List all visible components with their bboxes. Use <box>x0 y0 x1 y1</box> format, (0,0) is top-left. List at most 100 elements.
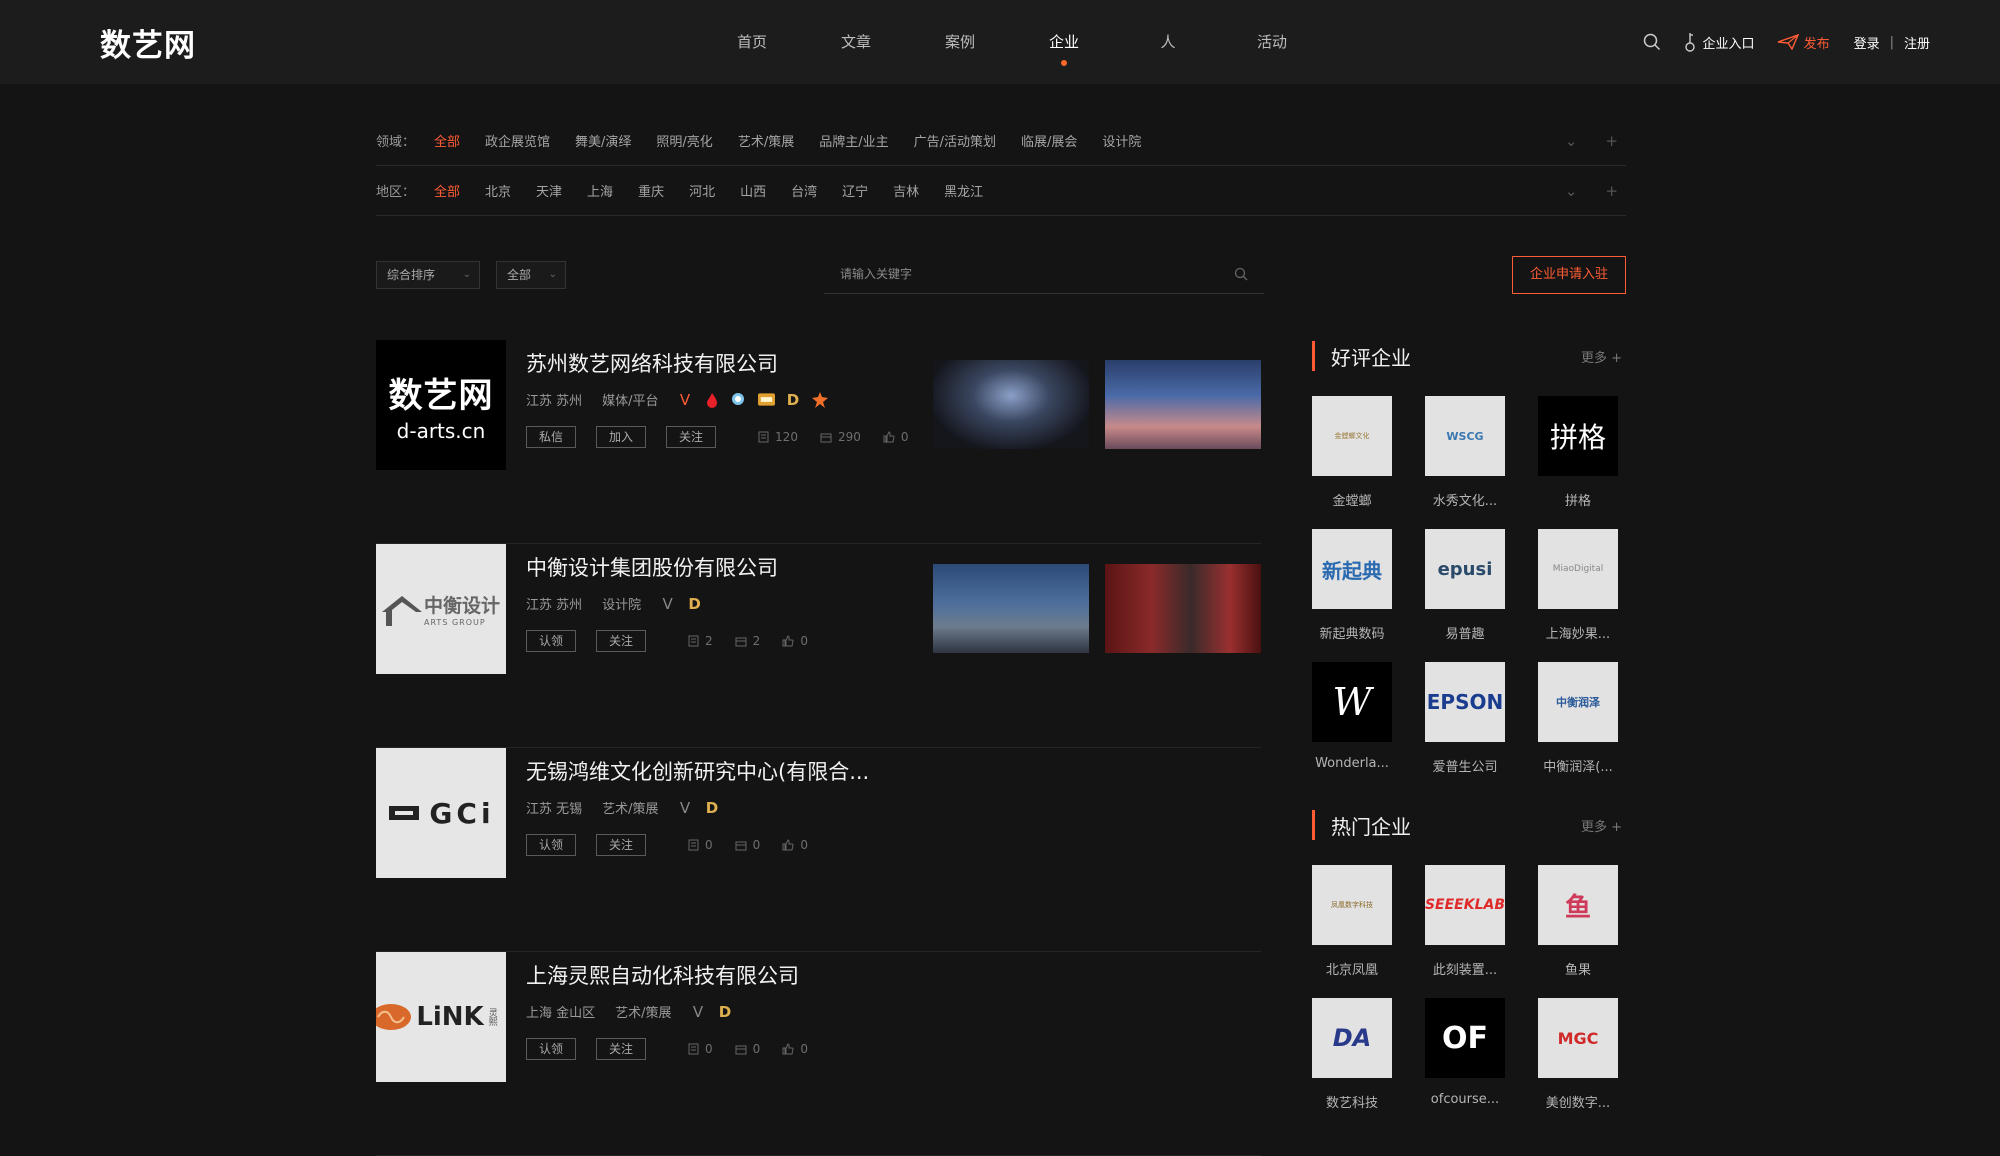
follow-button[interactable]: 关注 <box>666 426 717 448</box>
region-option[interactable]: 上海 <box>587 181 613 200</box>
follow-button[interactable]: 关注 <box>596 1038 647 1060</box>
tile-logo[interactable]: MGC <box>1538 998 1618 1078</box>
company-gallery <box>917 564 1261 653</box>
field-option[interactable]: 照明/亮化 <box>656 131 712 150</box>
project-thumbnail[interactable] <box>1105 564 1261 653</box>
tile-logo[interactable]: W <box>1312 662 1392 742</box>
more-link[interactable]: 更多 + <box>1581 347 1622 366</box>
logo-text: 中衡设计 <box>423 595 500 617</box>
company-name[interactable]: 上海灵熙自动化科技有限公司 <box>526 960 799 990</box>
project-thumbnail[interactable] <box>933 360 1089 449</box>
company-name[interactable]: 无锡鸿维文化创新研究中心(有限合... <box>526 756 869 786</box>
tile-name[interactable]: 易普趣 <box>1425 623 1505 642</box>
tile-name[interactable]: 水秀文化... <box>1425 490 1505 509</box>
region-option[interactable]: 吉林 <box>893 181 919 200</box>
follow-button[interactable]: 关注 <box>596 834 647 856</box>
scope-select[interactable]: 全部 ⌄ <box>496 261 566 289</box>
join-button[interactable]: 加入 <box>596 426 647 448</box>
search-icon[interactable] <box>1643 33 1661 51</box>
tile-logo[interactable]: 新起典 <box>1312 529 1392 609</box>
login-link[interactable]: 登录 <box>1854 33 1880 52</box>
field-option[interactable]: 舞美/演绎 <box>575 131 631 150</box>
tile-name[interactable]: 此刻装置... <box>1425 959 1505 978</box>
tile-name[interactable]: 美创数字... <box>1538 1092 1618 1111</box>
claim-button[interactable]: 认领 <box>526 834 577 856</box>
bracket-logo-icon <box>389 806 420 820</box>
field-option[interactable]: 全部 <box>434 131 460 150</box>
region-option[interactable]: 重庆 <box>638 181 664 200</box>
region-option[interactable]: 天津 <box>536 181 562 200</box>
tile-logo[interactable]: OF <box>1425 998 1505 1078</box>
tile-name[interactable]: 鱼果 <box>1538 959 1618 978</box>
tile-logo[interactable]: WSCG <box>1425 396 1505 476</box>
region-option[interactable]: 辽宁 <box>842 181 868 200</box>
sort-select[interactable]: 综合排序 ⌄ <box>376 261 480 289</box>
tile-logo[interactable]: epusi <box>1425 529 1505 609</box>
nav-articles[interactable]: 文章 <box>804 0 908 84</box>
company-logo[interactable]: 数艺网 d-arts.cn <box>376 340 506 470</box>
tile-name[interactable]: 爱普生公司 <box>1425 756 1505 775</box>
region-option[interactable]: 北京 <box>485 181 511 200</box>
tile-name[interactable]: 数艺科技 <box>1312 1092 1392 1111</box>
tile-name[interactable]: Wonderla... <box>1312 756 1392 771</box>
tile-logo[interactable]: 金螳螂文化 <box>1312 396 1392 476</box>
region-option[interactable]: 黑龙江 <box>944 181 983 200</box>
message-button[interactable]: 私信 <box>526 426 577 448</box>
tile-name[interactable]: ofcourse... <box>1425 1092 1505 1107</box>
site-logo[interactable]: 数艺网 <box>100 20 196 65</box>
more-link[interactable]: 更多 + <box>1581 816 1622 835</box>
region-option[interactable]: 山西 <box>740 181 766 200</box>
nav-enterprises[interactable]: 企业 <box>1012 0 1116 84</box>
project-thumbnail[interactable] <box>933 564 1089 653</box>
field-option[interactable]: 临展/展会 <box>1021 131 1077 150</box>
tile-name[interactable]: 北京凤凰 <box>1312 959 1392 978</box>
search-input[interactable] <box>824 256 1224 292</box>
tile-logo[interactable]: SEEEKLAB <box>1425 865 1505 945</box>
nav-cases[interactable]: 案例 <box>908 0 1012 84</box>
chevron-down-icon[interactable]: ⌄ <box>1565 132 1578 150</box>
enterprise-entry-link[interactable]: 企业入口 <box>1683 32 1755 52</box>
register-link[interactable]: 注册 <box>1904 33 1930 52</box>
publish-button[interactable]: 发布 <box>1777 33 1830 52</box>
field-option[interactable]: 品牌主/业主 <box>819 131 888 150</box>
plus-icon[interactable]: + <box>1605 132 1618 150</box>
region-option[interactable]: 全部 <box>434 181 460 200</box>
tile-name[interactable]: 拼格 <box>1538 490 1618 509</box>
field-option[interactable]: 广告/活动策划 <box>914 131 996 150</box>
tile-logo[interactable]: EPSON <box>1425 662 1505 742</box>
company-location: 江苏 苏州 <box>526 598 583 613</box>
region-option[interactable]: 河北 <box>689 181 715 200</box>
company-logo[interactable]: GCi <box>376 748 506 878</box>
tile-logo[interactable]: 中衡润泽 <box>1538 662 1618 742</box>
chevron-down-icon[interactable]: ⌄ <box>1565 182 1578 200</box>
tile-name[interactable]: 金螳螂 <box>1312 490 1392 509</box>
tile-logo[interactable]: DA <box>1312 998 1392 1078</box>
company-name[interactable]: 中衡设计集团股份有限公司 <box>526 552 778 582</box>
field-option[interactable]: 政企展览馆 <box>485 131 550 150</box>
claim-button[interactable]: 认领 <box>526 1038 577 1060</box>
plus-icon[interactable]: + <box>1605 182 1618 200</box>
nav-home[interactable]: 首页 <box>700 0 804 84</box>
claim-button[interactable]: 认领 <box>526 630 577 652</box>
tile-logo[interactable]: MiaoDigital <box>1538 529 1618 609</box>
tile-logo[interactable]: 凤凰数字科技 <box>1312 865 1392 945</box>
nav-people[interactable]: 人 <box>1116 0 1220 84</box>
field-filter-controls: ⌄ + <box>1537 116 1618 166</box>
tile-name[interactable]: 中衡润泽(... <box>1538 756 1618 775</box>
search-icon[interactable] <box>1234 266 1248 285</box>
tile-logo[interactable]: 鱼 <box>1538 865 1618 945</box>
tile-name[interactable]: 新起典数码 <box>1312 623 1392 642</box>
apply-join-button[interactable]: 企业申请入驻 <box>1512 256 1626 294</box>
project-thumbnail[interactable] <box>1105 360 1261 449</box>
tile-logo[interactable]: 拼格 <box>1538 396 1618 476</box>
nav-events[interactable]: 活动 <box>1220 0 1324 84</box>
field-option[interactable]: 艺术/策展 <box>738 131 794 150</box>
company-logo[interactable]: LiNK 灵熙 <box>376 952 506 1082</box>
company-logo[interactable]: 中衡设计 ARTS GROUP <box>376 544 506 674</box>
company-name[interactable]: 苏州数艺网络科技有限公司 <box>526 348 778 378</box>
follow-button[interactable]: 关注 <box>596 630 647 652</box>
company-tile: EPSON 爱普生公司 <box>1425 662 1538 795</box>
region-option[interactable]: 台湾 <box>791 181 817 200</box>
field-option[interactable]: 设计院 <box>1102 131 1141 150</box>
tile-name[interactable]: 上海妙果... <box>1538 623 1618 642</box>
